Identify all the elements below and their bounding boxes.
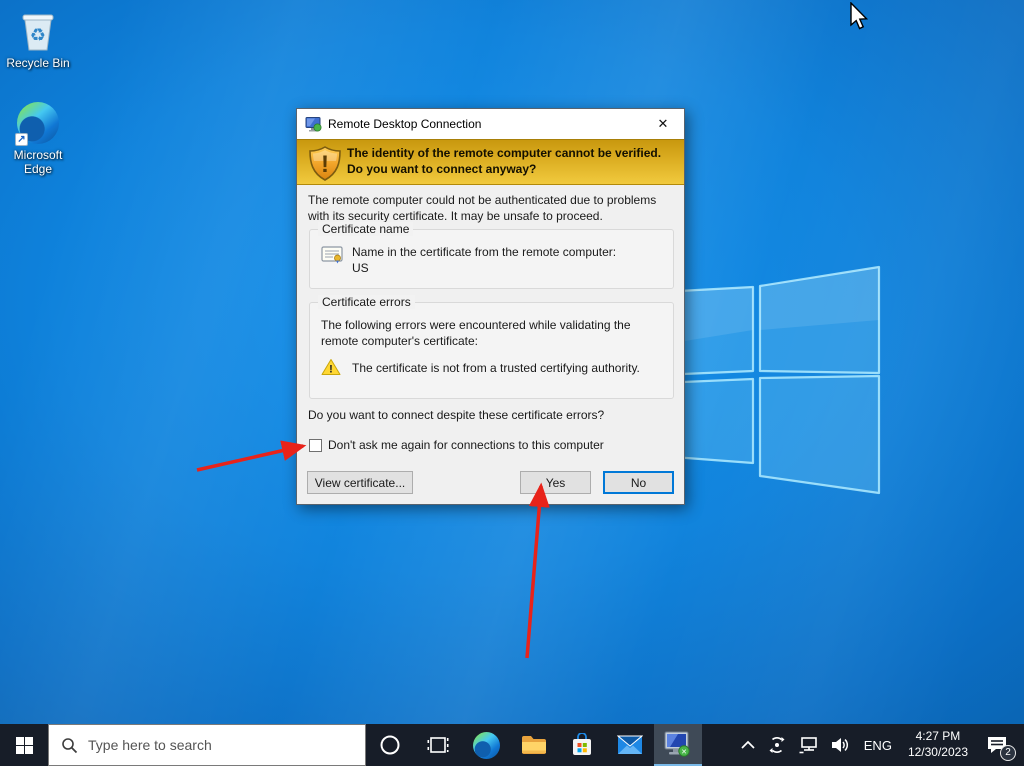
action-center-button[interactable]: 2 [976,724,1024,766]
recycle-bin-icon: ♻ [1,8,75,54]
file-explorer-button[interactable] [510,724,558,766]
remote-desktop-icon: ✕ [664,731,690,757]
edge-icon [472,731,500,759]
windows-start-icon [15,736,33,754]
remote-desktop-taskbar-button[interactable]: ✕ [654,724,702,766]
certificate-icon [321,246,343,264]
microsoft-store-icon [573,733,591,755]
search-input[interactable] [88,737,338,753]
no-button[interactable]: No [603,471,674,494]
certificate-error-text: The certificate is not from a trusted ce… [352,361,640,375]
notification-count-badge: 2 [1000,745,1016,761]
group-title: Certificate name [318,222,414,236]
dialog-intro-text: The remote computer could not be authent… [308,193,657,223]
svg-text:✕: ✕ [681,748,687,756]
chevron-up-icon [741,740,755,749]
taskbar: ✕ [0,724,1024,766]
cortana-icon [380,735,400,755]
svg-text:!: ! [321,151,329,178]
edge-icon: ↗ [1,100,75,146]
clock-date: 12/30/2023 [907,745,968,759]
close-icon[interactable]: ✕ [642,109,684,139]
mouse-cursor [850,2,869,30]
desktop-icon-microsoft-edge[interactable]: ↗ Microsoft Edge [1,100,75,177]
mail-button[interactable] [606,724,654,766]
tray-show-hidden-icons[interactable] [734,724,762,766]
cortana-button[interactable] [366,724,414,766]
desktop-icon-recycle-bin[interactable]: ♻ Recycle Bin [1,8,75,71]
group-title: Certificate errors [318,295,415,309]
network-ethernet-icon [799,737,817,754]
dont-ask-again-label[interactable]: Don't ask me again for connections to th… [328,438,604,452]
dialog-titlebar[interactable]: Remote Desktop Connection ✕ [297,109,684,139]
speaker-icon [831,738,848,752]
windows-update-icon [769,737,785,753]
tray-clock[interactable]: 4:27 PM 12/30/2023 [900,729,976,760]
tray-windows-update-button[interactable] [762,724,792,766]
microsoft-store-button[interactable] [558,724,606,766]
certificate-name-value: US [352,261,369,275]
desktop-icon-label: Microsoft Edge [13,148,63,176]
warning-triangle-icon: ! [321,359,341,376]
certificate-name-group: Certificate name Name in the certificate… [309,222,674,289]
dialog-title: Remote Desktop Connection [328,117,482,131]
certificate-errors-group: Certificate errors The following errors … [309,295,674,399]
shortcut-arrow-icon: ↗ [15,133,28,146]
start-button[interactable] [0,724,48,766]
rdp-certificate-warning-dialog: Remote Desktop Connection ✕ ! The identi… [296,108,685,505]
rdp-app-icon [305,116,322,131]
clock-time: 4:27 PM [915,729,961,744]
tray-volume-button[interactable] [824,724,856,766]
dont-ask-again-row: Don't ask me again for connections to th… [309,438,604,452]
warning-banner: ! The identity of the remote computer ca… [297,139,684,185]
certificate-errors-description: The following errors were encountered wh… [321,318,631,349]
warning-banner-text: The identity of the remote computer cann… [347,146,662,177]
desktop-icon-label: Recycle Bin [6,56,70,70]
file-explorer-icon [522,736,546,754]
dont-ask-again-checkbox[interactable] [309,438,322,452]
task-view-icon [427,737,449,753]
taskbar-edge-button[interactable] [462,724,510,766]
yes-button[interactable]: Yes [520,471,591,494]
view-certificate-button[interactable]: View certificate... [307,471,413,494]
connect-question-text: Do you want to connect despite these cer… [308,408,605,422]
mail-icon [617,735,643,754]
svg-text:♻: ♻ [30,25,46,46]
dialog-body: The remote computer could not be authent… [297,185,684,506]
tray-network-button[interactable] [792,724,824,766]
svg-text:!: ! [329,364,333,376]
system-tray: ENG 4:27 PM 12/30/2023 2 [734,724,1024,766]
tray-language-indicator[interactable]: ENG [856,724,900,766]
security-shield-icon: ! [309,146,341,181]
certificate-name-description: Name in the certificate from the remote … [352,245,617,259]
task-view-button[interactable] [414,724,462,766]
search-icon [62,737,78,753]
taskbar-search[interactable] [48,724,366,766]
